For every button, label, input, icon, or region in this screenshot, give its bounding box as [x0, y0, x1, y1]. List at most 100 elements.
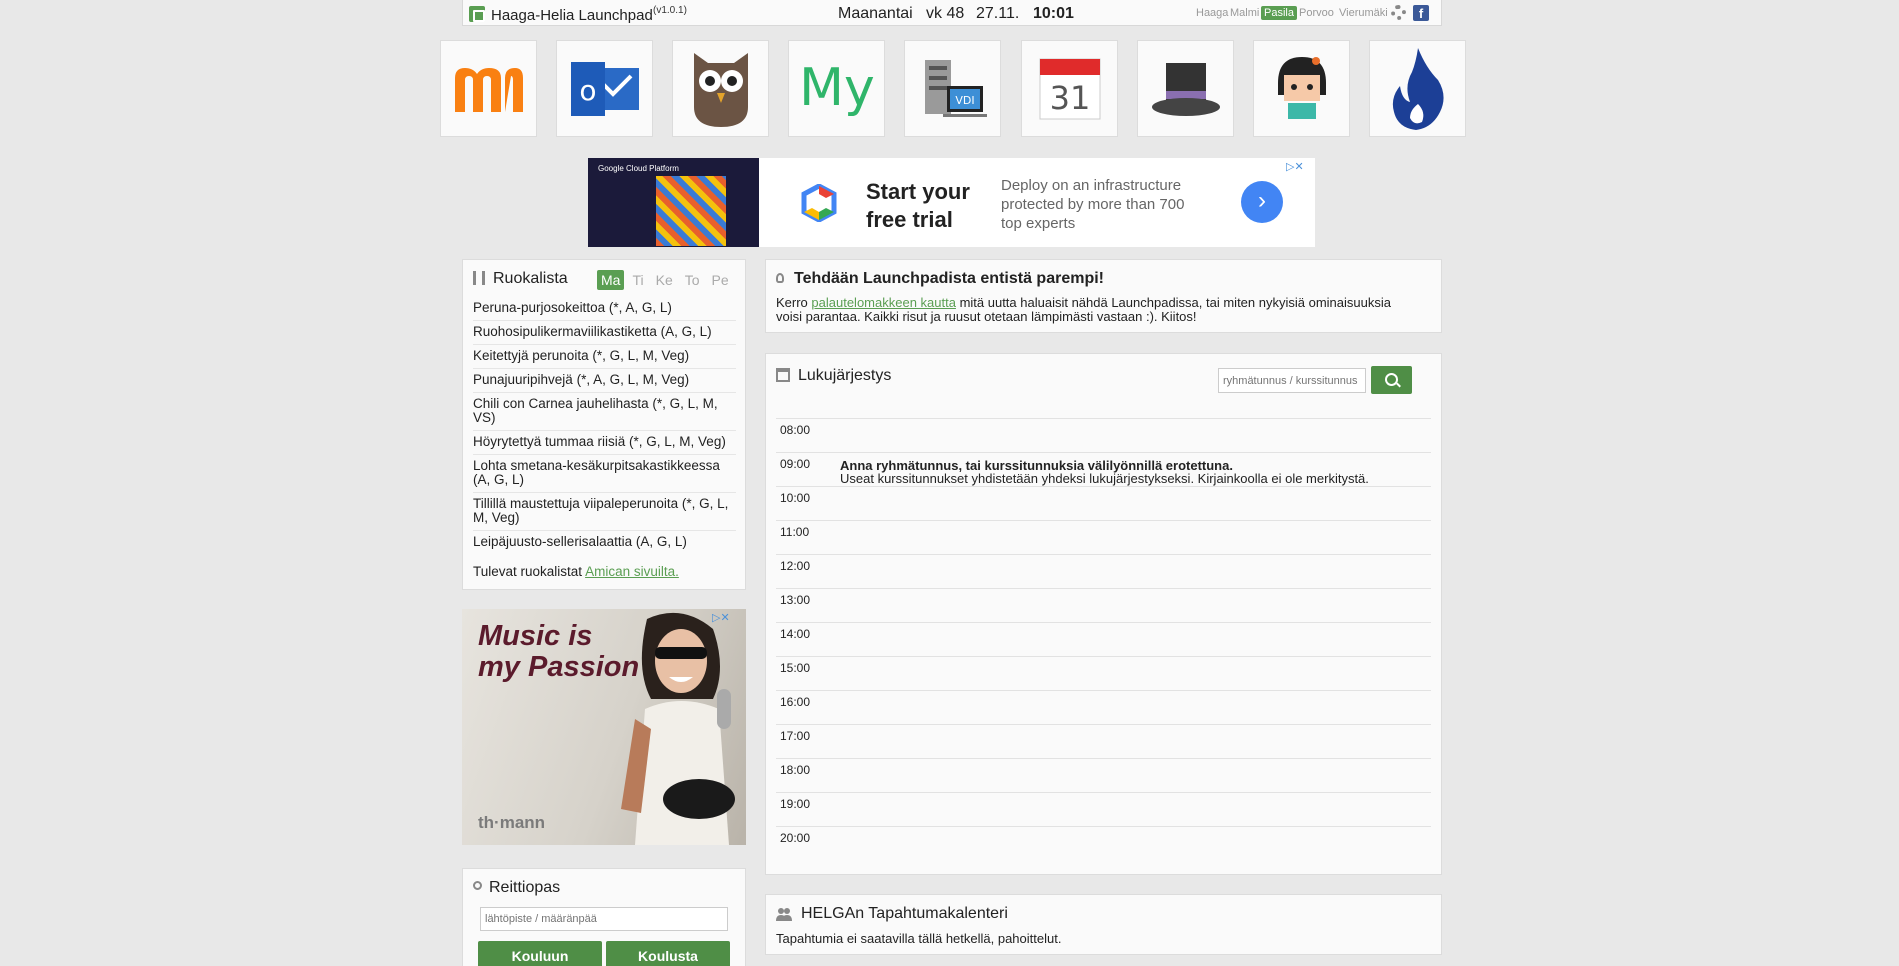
hour-row: 13:00: [776, 588, 1431, 622]
footer-text: Tulevat ruokalistat: [473, 564, 583, 579]
date-label: 27.11.: [976, 5, 1020, 22]
ruokalista-panel: Ruokalista Ma Ti Ke To Pe Peruna-purjoso…: [462, 259, 746, 590]
ad-cube-graphic: [656, 176, 726, 246]
calendar-small-icon: [776, 368, 790, 382]
list-item: Peruna-purjosokeittoa (*, A, G, L): [473, 297, 736, 321]
tile-character[interactable]: [1253, 40, 1350, 137]
tile-tophat[interactable]: [1137, 40, 1234, 137]
ad-slogan: Music is my Passion: [478, 621, 639, 683]
flame-icon: [1370, 41, 1465, 136]
top-bar: Haaga-Helia Launchpad (v1.0.1) Maanantai…: [462, 0, 1442, 26]
ad-banner-cloud[interactable]: Google Cloud Platform Start your free tr…: [588, 158, 1315, 247]
hour-label: 19:00: [780, 797, 811, 811]
list-item: Lohta smetana-kesäkurpitsakastikkeessa (…: [473, 455, 736, 493]
tab-to[interactable]: To: [681, 270, 704, 290]
hour-row: 10:00: [776, 486, 1431, 520]
svg-text:31: 31: [1049, 79, 1090, 117]
campus-pasila[interactable]: Pasila: [1261, 6, 1297, 20]
hour-label: 17:00: [780, 729, 811, 743]
hour-label: 18:00: [780, 763, 811, 777]
tile-calendar[interactable]: 31: [1021, 40, 1118, 137]
svg-text:My: My: [799, 59, 875, 118]
hour-label: 20:00: [780, 831, 811, 845]
hour-label: 08:00: [780, 423, 811, 437]
feedback-text-before: Kerro: [776, 295, 812, 310]
version-label: (v1.0.1): [653, 5, 687, 16]
tab-ma[interactable]: Ma: [597, 270, 625, 290]
hour-row: 15:00: [776, 656, 1431, 690]
hour-row: 19:00: [776, 792, 1431, 826]
character-icon: [1254, 41, 1349, 136]
feedback-text: Kerro palautelomakkeen kautta mitä uutta…: [776, 296, 1416, 324]
ad-headline: Start your free trial: [866, 179, 970, 232]
users-icon: [776, 908, 792, 921]
tile-flame[interactable]: [1369, 40, 1466, 137]
hour-row: 17:00: [776, 724, 1431, 758]
campus-malmi[interactable]: Malmi: [1230, 7, 1259, 19]
ad-art: Google Cloud Platform: [588, 158, 759, 247]
tile-owl[interactable]: [672, 40, 769, 137]
list-item: Keitettyjä perunoita (*, G, L, M, Veg): [473, 345, 736, 369]
list-item: Ruohosipulikermaviilikastiketta (A, G, L…: [473, 321, 736, 345]
lukujarjestys-panel: Lukujärjestys 08:00 09:00 10:00 11:00 12…: [765, 353, 1442, 875]
feedback-form-link[interactable]: palautelomakkeen kautta: [811, 295, 956, 310]
map-pin-icon: [473, 881, 482, 890]
tile-moodle[interactable]: [440, 40, 537, 137]
hour-row: 11:00: [776, 520, 1431, 554]
hour-label: 14:00: [780, 627, 811, 641]
route-input[interactable]: [480, 907, 728, 931]
owl-icon: [673, 41, 768, 136]
tab-ti[interactable]: Ti: [628, 270, 647, 290]
hour-label: 13:00: [780, 593, 811, 607]
tile-vdi[interactable]: VDI: [904, 40, 1001, 137]
hour-label: 10:00: [780, 491, 811, 505]
clock-time: 10:01: [1033, 5, 1074, 22]
from-school-button[interactable]: Koulusta: [606, 941, 730, 966]
hour-label: 16:00: [780, 695, 811, 709]
tab-pe[interactable]: Pe: [708, 270, 733, 290]
notice-text: Useat kurssitunnukset yhdistetään yhdeks…: [840, 471, 1369, 486]
cutlery-icon: [473, 271, 485, 285]
svg-text:VDI: VDI: [955, 94, 974, 107]
adchoices-icon[interactable]: ▷✕: [1286, 160, 1304, 173]
launchpad-logo-icon: [469, 6, 485, 22]
campus-vierumaki[interactable]: Vierumäki: [1339, 7, 1388, 19]
hour-label: 09:00: [780, 457, 811, 471]
helga-text: Tapahtumia ei saatavilla tällä hetkellä,…: [776, 931, 1062, 946]
ruokalista-footer: Tulevat ruokalistat Amican sivuilta.: [473, 564, 679, 579]
reittiopas-title: Reittiopas: [489, 879, 561, 896]
ad-brand-logo: th·mann: [478, 813, 546, 832]
tile-outlook[interactable]: o: [556, 40, 653, 137]
svg-text:o: o: [579, 74, 596, 107]
ad-arrow-icon[interactable]: ›: [1241, 181, 1283, 223]
hour-label: 11:00: [780, 525, 810, 539]
facebook-icon[interactable]: f: [1413, 5, 1429, 21]
ruokalista-title: Ruokalista: [493, 270, 568, 287]
list-item: Höyrytettyä tummaa riisiä (*, G, L, M, V…: [473, 431, 736, 455]
hour-row: 08:00: [776, 418, 1431, 452]
ad-body: Deploy on an infrastructure protected by…: [1001, 177, 1185, 232]
lightbulb-icon: [776, 273, 784, 283]
amica-link[interactable]: Amican sivuilta.: [585, 564, 679, 579]
hour-label: 15:00: [780, 661, 811, 675]
campus-porvoo[interactable]: Porvoo: [1299, 7, 1334, 19]
cloud-hex-icon: [801, 184, 837, 222]
settings-gear-icon[interactable]: [1391, 5, 1406, 20]
hour-label: 12:00: [780, 559, 811, 573]
helga-panel: HELGAn Tapahtumakalenteri Tapahtumia ei …: [765, 894, 1442, 955]
tab-ke[interactable]: Ke: [652, 270, 677, 290]
hour-row: 12:00: [776, 554, 1431, 588]
list-item: Tillillä maustettuja viipaleperunoita (*…: [473, 493, 736, 531]
tile-my[interactable]: My: [788, 40, 885, 137]
ad-slogan-line2: my Passion: [478, 651, 640, 683]
ad-banner-music[interactable]: Music is my Passion th·mann ▷✕: [462, 609, 746, 845]
to-school-button[interactable]: Kouluun: [478, 941, 602, 966]
list-item: Punajuuripihvejä (*, A, G, L, M, Veg): [473, 369, 736, 393]
course-search-input[interactable]: [1218, 368, 1366, 393]
adchoices-icon[interactable]: ▷✕: [712, 611, 730, 624]
search-button[interactable]: [1371, 366, 1412, 394]
helga-title: HELGAn Tapahtumakalenteri: [801, 905, 1008, 922]
campus-haaga[interactable]: Haaga: [1196, 7, 1228, 19]
calendar-icon: 31: [1022, 41, 1117, 136]
my-icon: My: [789, 41, 884, 136]
